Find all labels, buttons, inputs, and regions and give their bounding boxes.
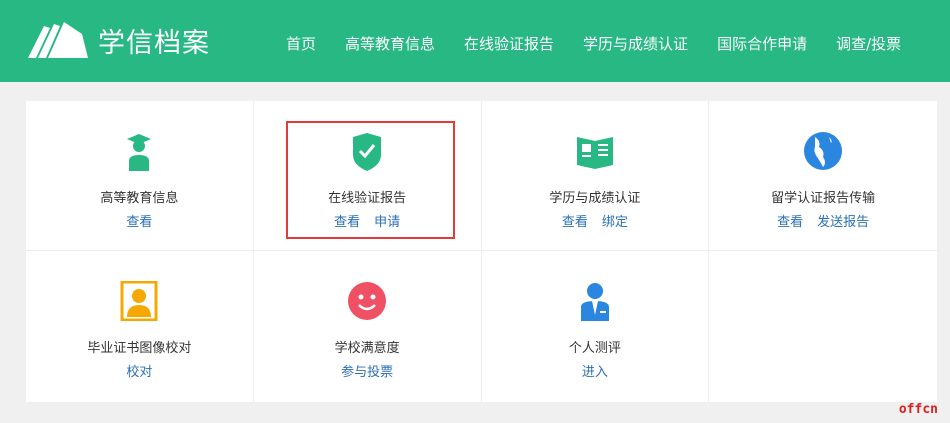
view-link[interactable]: 查看 (126, 215, 152, 230)
book-icon (576, 137, 613, 169)
service-title: 学历与成绩认证 (549, 191, 641, 206)
send-report-link[interactable]: 发送报告 (817, 215, 869, 230)
check-link[interactable]: 校对 (126, 365, 152, 380)
service-diploma-image: 毕业证书图像校对 校对 (26, 251, 254, 402)
enter-link[interactable]: 进入 (582, 365, 608, 380)
nav-survey[interactable]: 调查/投票 (836, 33, 901, 54)
portrait-icon (120, 281, 158, 321)
service-higher-education: 高等教育信息 查看 (26, 101, 254, 251)
nav-international[interactable]: 国际合作申请 (717, 33, 807, 54)
service-title: 毕业证书图像校对 (87, 341, 192, 356)
smiley-icon (348, 282, 387, 320)
service-assessment: 个人测评 进入 (482, 251, 710, 402)
globe-icon (804, 132, 843, 170)
person-tie-icon (580, 283, 609, 321)
nav-home[interactable]: 首页 (286, 33, 316, 54)
service-title: 高等教育信息 (100, 191, 179, 206)
nav-certification[interactable]: 学历与成绩认证 (583, 33, 688, 54)
view-link[interactable]: 查看 (562, 215, 588, 230)
logo[interactable]: 学信档案 (26, 20, 210, 60)
nav-online-report[interactable]: 在线验证报告 (464, 33, 554, 54)
service-satisfaction: 学校满意度 参与投票 (254, 251, 482, 402)
bind-link[interactable]: 绑定 (602, 215, 628, 230)
empty-cell (709, 251, 937, 402)
logo-icon (28, 22, 88, 58)
logo-text: 学信档案 (98, 27, 210, 59)
service-title: 学校满意度 (334, 341, 400, 356)
main-nav: 首页 高等教育信息 在线验证报告 学历与成绩认证 国际合作申请 调查/投票 (286, 33, 930, 54)
header: 学信档案 首页 高等教育信息 在线验证报告 学历与成绩认证 国际合作申请 调查/… (0, 0, 950, 82)
vote-link[interactable]: 参与投票 (341, 365, 393, 380)
service-overseas-report: 留学认证报告传输 查看 发送报告 (709, 101, 937, 251)
graduate-icon (127, 134, 152, 171)
services-grid: 高等教育信息 查看 在线验证报告 查看 申请 学历与成绩认证 查看 绑定 留学认证报… (26, 101, 937, 402)
highlight-box (286, 121, 455, 239)
service-title: 留学认证报告传输 (771, 191, 876, 206)
service-title: 个人测评 (568, 341, 621, 356)
service-certification: 学历与成绩认证 查看 绑定 (481, 101, 710, 251)
nav-higher-education[interactable]: 高等教育信息 (345, 33, 435, 54)
view-link[interactable]: 查看 (777, 215, 803, 230)
watermark: offcn (898, 402, 938, 417)
